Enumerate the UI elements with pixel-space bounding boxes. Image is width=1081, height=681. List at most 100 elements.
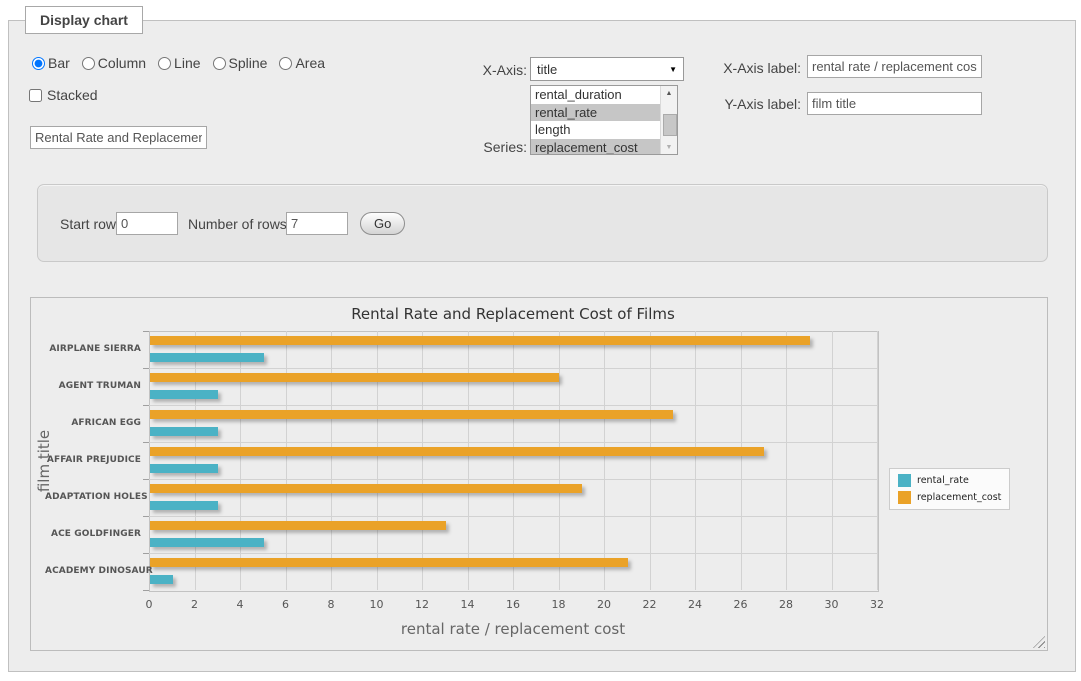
chart-type-radio-group: Bar Column Line Spline Area — [32, 55, 333, 71]
chart-type-radio-bar[interactable] — [32, 57, 45, 70]
stacked-checkbox[interactable] — [29, 89, 42, 102]
series-listbox[interactable]: rental_duration rental_rate length repla… — [530, 85, 678, 155]
x-axis-title: rental rate / replacement cost — [149, 620, 877, 638]
gridline — [877, 331, 878, 590]
scrollbar-down-icon[interactable]: ▼ — [661, 140, 677, 154]
gridline — [513, 331, 514, 590]
chart-type-radio-column[interactable] — [82, 57, 95, 70]
gridline — [240, 331, 241, 590]
category-label: AFFAIR PREJUDICE — [45, 455, 141, 465]
num-rows-label: Number of rows: — [188, 216, 291, 232]
x-tick-label: 10 — [362, 598, 392, 611]
legend-item: rental_rate — [898, 474, 1001, 487]
x-axis-select[interactable]: title ▼ — [530, 57, 684, 81]
gridline — [650, 331, 651, 590]
chart-type-radio-line[interactable] — [158, 57, 171, 70]
x-axis-select-label: X-Axis: — [437, 62, 527, 78]
x-tick-label: 24 — [680, 598, 710, 611]
x-tick-label: 12 — [407, 598, 437, 611]
gridline — [331, 331, 332, 590]
gridline — [832, 331, 833, 590]
scrollbar-thumb[interactable] — [663, 114, 677, 136]
x-axis-label-input[interactable] — [807, 55, 982, 78]
bar-replacement_cost — [150, 484, 582, 493]
chart-type-option[interactable]: Area — [279, 55, 325, 71]
bar-rental_rate — [150, 427, 218, 436]
bar-replacement_cost — [150, 447, 764, 456]
x-tick-label: 30 — [817, 598, 847, 611]
gridline — [468, 331, 469, 590]
y-axis-label-input[interactable] — [807, 92, 982, 115]
gridline — [149, 442, 877, 443]
category-label: ACE GOLDFINGER — [45, 529, 141, 539]
bar-replacement_cost — [150, 558, 628, 567]
series-option[interactable]: length — [531, 121, 660, 139]
chart-type-option[interactable]: Spline — [213, 55, 268, 71]
bar-replacement_cost — [150, 373, 559, 382]
gridline — [149, 405, 877, 406]
x-tick-label: 28 — [771, 598, 801, 611]
bar-rental_rate — [150, 390, 218, 399]
legend-item: replacement_cost — [898, 491, 1001, 504]
category-label: AFRICAN EGG — [45, 418, 141, 428]
y-axis-tick — [143, 368, 149, 369]
gridline — [195, 331, 196, 590]
start-row-input[interactable] — [116, 212, 178, 235]
gridline — [741, 331, 742, 590]
x-tick-label: 26 — [726, 598, 756, 611]
gridline — [377, 331, 378, 590]
bar-replacement_cost — [150, 336, 810, 345]
gridline — [149, 553, 877, 554]
y-axis-tick — [143, 516, 149, 517]
x-tick-label: 18 — [544, 598, 574, 611]
series-option[interactable]: rental_duration — [531, 86, 660, 104]
series-options: rental_duration rental_rate length repla… — [531, 86, 660, 154]
bar-replacement_cost — [150, 521, 446, 530]
chart-type-option[interactable]: Bar — [32, 55, 70, 71]
resize-handle-icon[interactable] — [1033, 636, 1045, 648]
gridline — [604, 331, 605, 590]
chart-type-radio-spline[interactable] — [213, 57, 226, 70]
chart-type-option[interactable]: Column — [82, 55, 146, 71]
x-tick-label: 20 — [589, 598, 619, 611]
bar-rental_rate — [150, 538, 264, 547]
chart-type-radio-area[interactable] — [279, 57, 292, 70]
bar-rental_rate — [150, 353, 264, 362]
gridline — [286, 331, 287, 590]
scrollbar-up-icon[interactable]: ▲ — [661, 86, 677, 100]
y-axis-tick — [143, 479, 149, 480]
y-axis-tick — [143, 442, 149, 443]
gridline — [422, 331, 423, 590]
chart-type-option[interactable]: Line — [158, 55, 200, 71]
gridline — [786, 331, 787, 590]
category-label: ADAPTATION HOLES — [45, 492, 141, 502]
chart-area: Rental Rate and Replacement Cost of Film… — [30, 297, 1048, 651]
series-scrollbar[interactable]: ▲ ▼ — [660, 86, 677, 154]
stacked-row: Stacked — [29, 87, 98, 103]
x-tick-label: 0 — [134, 598, 164, 611]
y-axis-tick — [143, 331, 149, 332]
chart-title-input[interactable] — [30, 126, 207, 149]
go-button[interactable]: Go — [360, 212, 405, 235]
gridline — [149, 479, 877, 480]
x-tick-label: 4 — [225, 598, 255, 611]
category-label: ACADEMY DINOSAUR — [45, 566, 141, 576]
gridline — [149, 368, 877, 369]
x-axis-label-field-label: X-Axis label: — [701, 60, 801, 76]
num-rows-input[interactable] — [286, 212, 348, 235]
x-tick-label: 32 — [862, 598, 892, 611]
x-tick-label: 14 — [453, 598, 483, 611]
x-tick-label: 16 — [498, 598, 528, 611]
gridline — [149, 516, 877, 517]
bar-rental_rate — [150, 501, 218, 510]
panel-legend: Display chart — [25, 6, 143, 34]
series-option[interactable]: rental_rate — [531, 104, 660, 122]
series-option[interactable]: replacement_cost — [531, 139, 660, 155]
chevron-down-icon: ▼ — [669, 65, 677, 74]
chart-title: Rental Rate and Replacement Cost of Film… — [149, 305, 877, 323]
bar-rental_rate — [150, 464, 218, 473]
y-axis-label-field-label: Y-Axis label: — [701, 96, 801, 112]
bar-replacement_cost — [150, 410, 673, 419]
gridline — [695, 331, 696, 590]
legend-swatch-replacement-cost — [898, 491, 911, 504]
